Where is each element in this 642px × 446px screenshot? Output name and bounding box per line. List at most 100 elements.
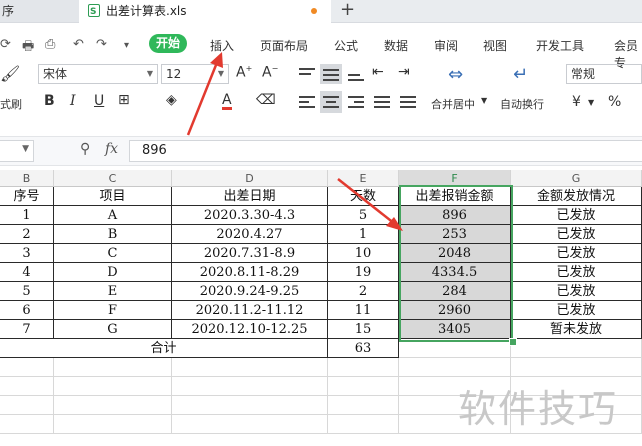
table-cell[interactable]: 15 [328,320,399,339]
align-left-button[interactable] [297,92,317,112]
empty-cell[interactable] [54,415,172,434]
print-icon[interactable]: 🖶 [22,37,34,59]
table-cell[interactable]: D [54,263,172,282]
table-cell[interactable]: 已发放 [511,263,642,282]
empty-cell[interactable] [328,377,399,396]
table-cell[interactable]: 10 [328,244,399,263]
font-color-button[interactable]: A [222,93,232,110]
table-cell[interactable]: 896 [399,206,511,225]
merge-center-label[interactable]: 合并居中 [431,96,475,112]
header-cell[interactable]: 序号 [0,187,54,206]
table-cell[interactable]: C [54,244,172,263]
table-cell[interactable]: 5 [0,282,54,301]
italic-button[interactable]: I [70,93,76,109]
table-cell[interactable]: 2020.11.2-11.12 [172,301,328,320]
menu-insert[interactable]: 插入 [210,37,234,54]
align-center-button[interactable] [320,91,342,113]
table-cell[interactable]: 2020.3.30-4.3 [172,206,328,225]
menu-view[interactable]: 视图 [483,37,507,54]
fill-handle[interactable] [509,338,517,346]
table-cell[interactable]: 2020.8.11-8.29 [172,263,328,282]
distributed-align-button[interactable] [398,92,418,112]
justify-button[interactable] [372,92,392,112]
table-cell[interactable]: 2020.12.10-12.25 [172,320,328,339]
align-right-button[interactable] [346,92,366,112]
total-label-cell[interactable]: 合计 [0,339,328,358]
new-tab-button[interactable]: + [340,0,355,20]
menu-page-layout[interactable]: 页面布局 [260,37,308,54]
name-box[interactable]: ▼ [0,140,34,162]
table-cell[interactable]: E [54,282,172,301]
decrease-font-icon[interactable]: A− [262,64,278,81]
table-cell[interactable]: A [54,206,172,225]
menu-data[interactable]: 数据 [384,37,408,54]
chevron-down-icon[interactable]: ▼ [588,98,594,107]
currency-button[interactable]: ¥ [572,94,581,110]
font-name-select[interactable]: 宋体 ▼ [38,64,158,84]
borders-icon[interactable]: ⊞ [118,92,130,108]
quick-access-dropdown-icon[interactable]: ▾ [124,40,129,51]
empty-cell[interactable] [172,377,328,396]
table-cell[interactable]: 已发放 [511,301,642,320]
bold-button[interactable]: B [44,93,55,109]
empty-cell[interactable] [399,358,511,377]
empty-cell[interactable] [54,358,172,377]
table-cell[interactable]: 5 [328,206,399,225]
table-cell[interactable]: 7 [0,320,54,339]
header-cell[interactable]: 天数 [328,187,399,206]
table-cell[interactable]: 2960 [399,301,511,320]
table-cell[interactable]: 19 [328,263,399,282]
align-top-button[interactable] [297,66,317,84]
table-cell[interactable]: F [54,301,172,320]
function-button[interactable]: fx [105,141,118,157]
table-cell[interactable]: 284 [399,282,511,301]
wrap-text-label[interactable]: 自动换行 [500,96,544,112]
underline-button[interactable]: U [94,93,104,109]
redo-icon[interactable]: ↷ [96,37,107,52]
undo-icon[interactable]: ↶ [73,37,84,52]
percent-button[interactable]: % [608,94,621,110]
table-cell[interactable]: 2020.4.27 [172,225,328,244]
empty-cell[interactable] [172,396,328,415]
empty-cell[interactable] [54,377,172,396]
header-cell[interactable]: 项目 [54,187,172,206]
format-painter-icon[interactable]: 🖌 [0,64,20,83]
increase-indent-icon[interactable]: ⇥ [398,64,410,80]
column-header-b[interactable]: B [0,170,54,187]
merge-center-icon[interactable]: ⇔ [448,64,463,85]
empty-cell[interactable] [0,358,54,377]
column-header-e[interactable]: E [328,170,399,187]
column-header-f[interactable]: F [399,170,511,187]
empty-cell[interactable] [328,396,399,415]
table-cell[interactable]: 暂未发放 [511,320,642,339]
redo-partial-icon[interactable]: ⟳ [0,37,11,52]
table-cell[interactable]: 2 [328,282,399,301]
table-cell[interactable]: 3405 [399,320,511,339]
menu-review[interactable]: 审阅 [434,37,458,54]
wrap-text-icon[interactable]: ↵ [513,64,528,85]
empty-cell[interactable] [54,396,172,415]
column-header-g[interactable]: G [511,170,642,187]
empty-cell[interactable] [0,377,54,396]
number-format-select[interactable]: 常规 [566,64,642,84]
table-cell[interactable]: B [54,225,172,244]
table-cell[interactable]: 已发放 [511,244,642,263]
table-cell[interactable]: 1 [328,225,399,244]
table-cell[interactable]: 2020.9.24-9.25 [172,282,328,301]
zoom-search-icon[interactable]: ⚲ [80,141,90,157]
table-cell[interactable]: 1 [0,206,54,225]
decrease-indent-icon[interactable]: ⇤ [372,64,384,80]
header-cell[interactable]: 金额发放情况 [511,187,642,206]
total-days-cell[interactable]: 63 [328,339,399,358]
tab-previous[interactable]: 序 [0,0,81,22]
table-cell[interactable]: 已发放 [511,282,642,301]
table-cell[interactable]: 3 [0,244,54,263]
eraser-icon[interactable]: ⌫ [256,92,276,108]
table-cell[interactable]: 11 [328,301,399,320]
empty-cell[interactable] [511,358,642,377]
menu-formulas[interactable]: 公式 [334,37,358,54]
table-cell[interactable]: 253 [399,225,511,244]
column-header-c[interactable]: C [54,170,172,187]
table-cell[interactable]: 已发放 [511,225,642,244]
chevron-down-icon[interactable]: ▼ [481,96,487,105]
